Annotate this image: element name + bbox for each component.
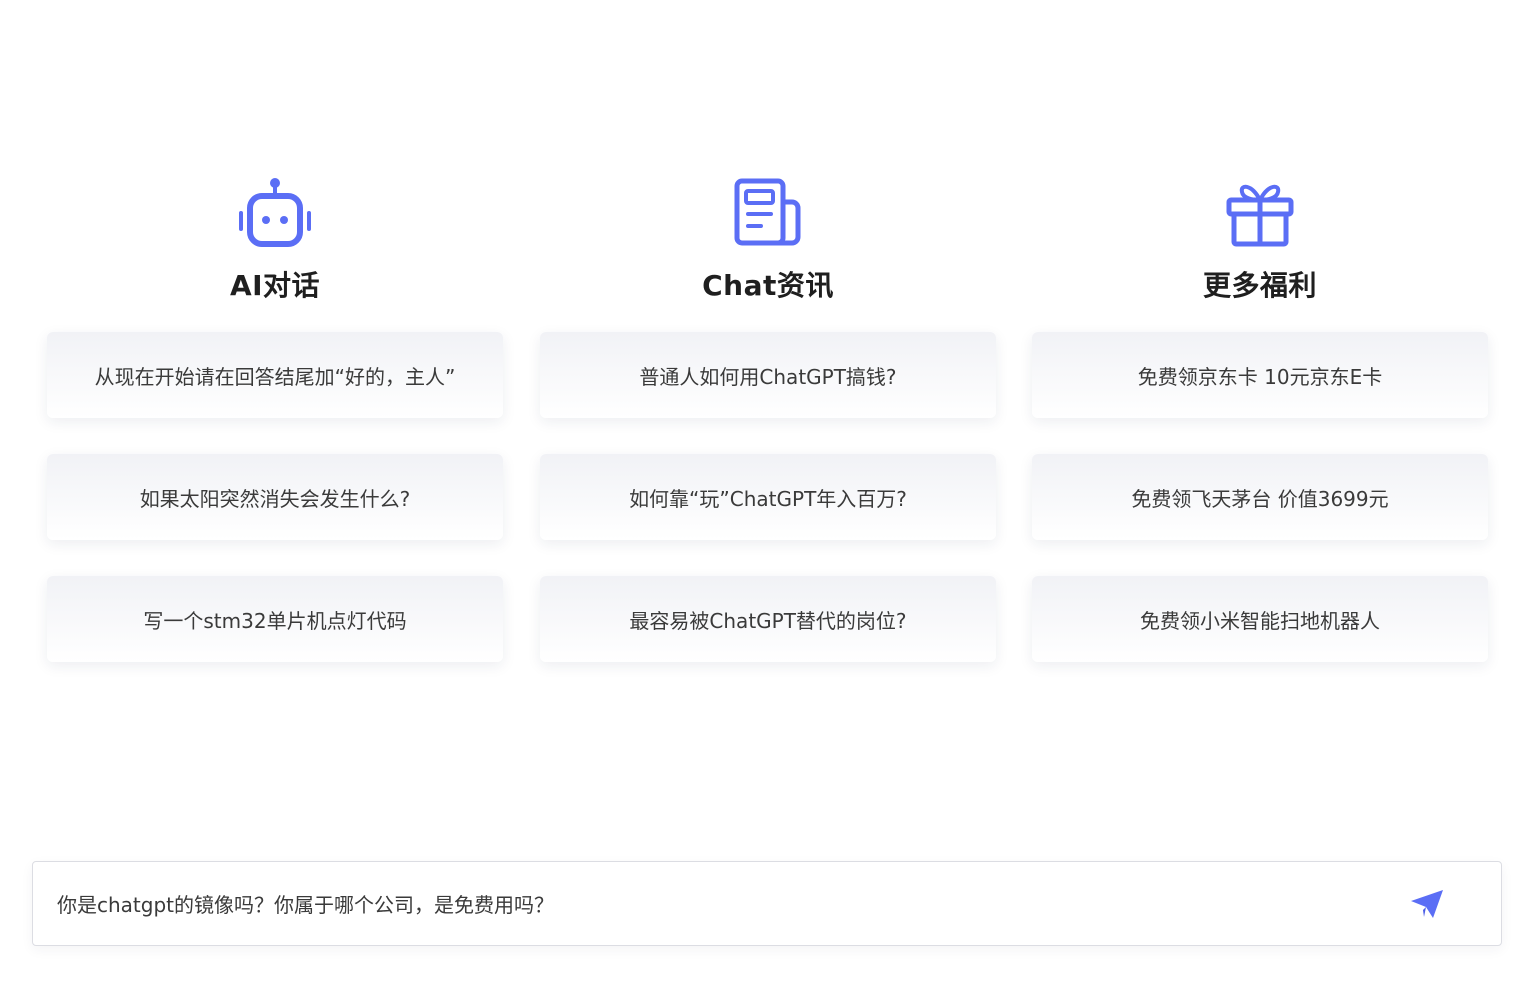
column-header: 更多福利: [1032, 176, 1488, 328]
suggestion-card[interactable]: 免费领飞天茅台 价值3699元: [1032, 454, 1488, 540]
paper-plane-icon: [1411, 890, 1443, 918]
send-button[interactable]: [1407, 884, 1447, 924]
chat-input[interactable]: [57, 862, 1397, 945]
newspaper-icon: [734, 178, 801, 246]
gift-icon: [1226, 184, 1294, 247]
column-title: AI对话: [229, 269, 321, 302]
column-chat-news: Chat资讯 普通人如何用ChatGPT搞钱? 如何靠“玩”ChatGPT年入百…: [540, 176, 996, 662]
column-ai-dialogue: AI对话 从现在开始请在回答结尾加“好的，主人” 如果太阳突然消失会发生什么? …: [47, 176, 503, 662]
column-header: Chat资讯: [540, 176, 996, 328]
suggestion-card[interactable]: 最容易被ChatGPT替代的岗位?: [540, 576, 996, 662]
suggestion-card[interactable]: 普通人如何用ChatGPT搞钱?: [540, 332, 996, 418]
column-more-perks: 更多福利 免费领京东卡 10元京东E卡 免费领飞天茅台 价值3699元 免费领小…: [1032, 176, 1488, 662]
column-title: 更多福利: [1202, 269, 1317, 302]
suggestion-card[interactable]: 免费领小米智能扫地机器人: [1032, 576, 1488, 662]
suggestion-card[interactable]: 免费领京东卡 10元京东E卡: [1032, 332, 1488, 418]
column-header: AI对话: [47, 176, 503, 328]
suggestion-card[interactable]: 如果太阳突然消失会发生什么?: [47, 454, 503, 540]
robot-icon: [239, 178, 311, 247]
chat-input-bar: [32, 861, 1502, 946]
chat-home-page: AI对话 从现在开始请在回答结尾加“好的，主人” 如果太阳突然消失会发生什么? …: [0, 0, 1536, 1004]
suggestion-card[interactable]: 从现在开始请在回答结尾加“好的，主人”: [47, 332, 503, 418]
suggestion-card[interactable]: 写一个stm32单片机点灯代码: [47, 576, 503, 662]
column-title: Chat资讯: [702, 269, 834, 302]
suggestion-columns: AI对话 从现在开始请在回答结尾加“好的，主人” 如果太阳突然消失会发生什么? …: [0, 176, 1536, 676]
suggestion-card[interactable]: 如何靠“玩”ChatGPT年入百万?: [540, 454, 996, 540]
